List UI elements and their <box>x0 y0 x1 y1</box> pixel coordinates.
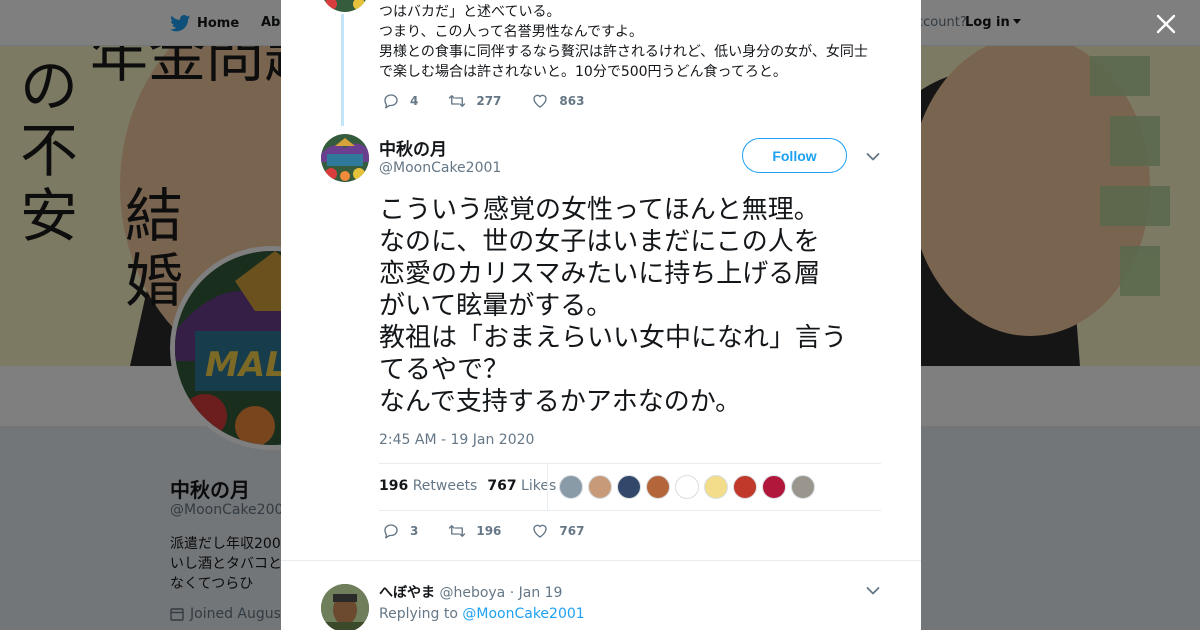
retweets-stat[interactable]: 196 Retweets <box>379 478 477 494</box>
stats-divider <box>547 463 548 510</box>
tweet-line: がいて眩暈がする。 <box>379 291 613 321</box>
tweet-line: 教祖は「おまえらいい女中になれ」言う <box>379 323 848 353</box>
like-count: 863 <box>559 94 585 108</box>
reply-button[interactable]: 3 <box>382 522 418 540</box>
tweet-timestamp[interactable]: 2:45 AM - 19 Jan 2020 <box>379 432 534 448</box>
tweet-line: つはバカだ」と述べている。 <box>379 4 561 20</box>
tweet-actions: 3 196 767 <box>382 522 614 540</box>
reply-author-handle[interactable]: @heboya <box>439 585 505 601</box>
divider <box>379 463 881 464</box>
divider <box>379 510 881 511</box>
tweet-line: 男様との食事に同伴するなら贅沢は許されるけれど、低い身分の女が、女同士 <box>379 44 868 60</box>
retweet-icon <box>449 525 466 537</box>
reply-author-avatar[interactable] <box>321 584 369 630</box>
liker-avatar[interactable] <box>762 475 786 499</box>
chevron-down-icon[interactable] <box>866 586 880 596</box>
previous-tweet-avatar[interactable] <box>321 0 369 12</box>
reply-button[interactable]: 4 <box>382 92 418 110</box>
replying-to-label: Replying to <box>379 606 458 622</box>
reply-header: へぼやま @heboya · Jan 19 <box>379 582 562 602</box>
author-name[interactable]: 中秋の月 <box>379 135 447 160</box>
previous-tweet-text: つはバカだ」と述べている。 つまり、この人って名誉男性なんですよ。 男様との食事… <box>379 2 879 82</box>
retweet-count: 196 <box>476 524 502 538</box>
reply-separator <box>281 560 921 561</box>
previous-tweet-actions: 4 277 863 <box>382 92 614 110</box>
likes-stat-count: 767 <box>487 478 517 494</box>
retweets-stat-count: 196 <box>379 478 409 494</box>
likes-stat-label: Likes <box>521 478 557 494</box>
thread-connector-line <box>341 14 344 126</box>
tweet-text: こういう感覚の女性ってほんと無理。 なのに、世の女子はいまだにこの人を 恋愛のカ… <box>379 194 899 418</box>
liker-avatar[interactable] <box>791 475 815 499</box>
reply-date[interactable]: · Jan 19 <box>510 585 563 601</box>
replying-to-handle[interactable]: @MoonCake2001 <box>462 606 584 622</box>
like-button[interactable]: 863 <box>531 92 584 110</box>
tweet-line: こういう感覚の女性ってほんと無理。 <box>379 195 820 225</box>
tweet-line: なんで支持するかアホなのか。 <box>379 387 742 417</box>
chevron-down-icon[interactable] <box>866 152 880 162</box>
liker-avatar[interactable] <box>646 475 670 499</box>
reply-count: 3 <box>410 524 419 538</box>
tweet-line: なのに、世の女子はいまだにこの人を <box>379 227 820 257</box>
avatar-image <box>321 134 369 182</box>
heart-icon <box>533 94 548 108</box>
retweet-icon <box>449 95 466 107</box>
author-handle[interactable]: @MoonCake2001 <box>379 160 501 176</box>
avatar-image <box>321 0 369 12</box>
close-icon[interactable] <box>1156 14 1176 34</box>
liker-avatars <box>559 475 815 499</box>
tweet-modal: つはバカだ」と述べている。 つまり、この人って名誉男性なんですよ。 男様との食事… <box>281 0 921 630</box>
liker-avatar[interactable] <box>704 475 728 499</box>
reply-icon <box>384 94 398 109</box>
retweet-button[interactable]: 277 <box>448 92 501 110</box>
author-avatar[interactable] <box>321 134 369 182</box>
reply-author-name[interactable]: へぼやま <box>379 585 435 601</box>
liker-avatar[interactable] <box>675 475 699 499</box>
reply-icon <box>384 524 398 539</box>
retweet-button[interactable]: 196 <box>448 522 501 540</box>
liker-avatar[interactable] <box>733 475 757 499</box>
retweets-stat-label: Retweets <box>412 478 478 494</box>
tweet-line: つまり、この人って名誉男性なんですよ。 <box>379 24 644 40</box>
liker-avatar[interactable] <box>559 475 583 499</box>
tweet-stats: 196 Retweets 767 Likes <box>379 478 556 494</box>
like-count: 767 <box>559 524 585 538</box>
reply-count: 4 <box>410 94 419 108</box>
likes-stat[interactable]: 767 Likes <box>487 478 556 494</box>
tweet-line: てるやで？ <box>379 355 510 385</box>
heart-icon <box>533 524 548 538</box>
like-button[interactable]: 767 <box>531 522 584 540</box>
tweet-line: で楽しむ場合は許されないと。10分で500円うどん食ってろと。 <box>379 64 787 80</box>
replying-to: Replying to @MoonCake2001 <box>379 606 585 622</box>
retweet-count: 277 <box>476 94 502 108</box>
tweet-line: 恋愛のカリスマみたいに持ち上げる層 <box>379 259 821 289</box>
avatar-image <box>321 584 369 630</box>
liker-avatar[interactable] <box>617 475 641 499</box>
liker-avatar[interactable] <box>588 475 612 499</box>
follow-button[interactable]: Follow <box>742 138 847 173</box>
